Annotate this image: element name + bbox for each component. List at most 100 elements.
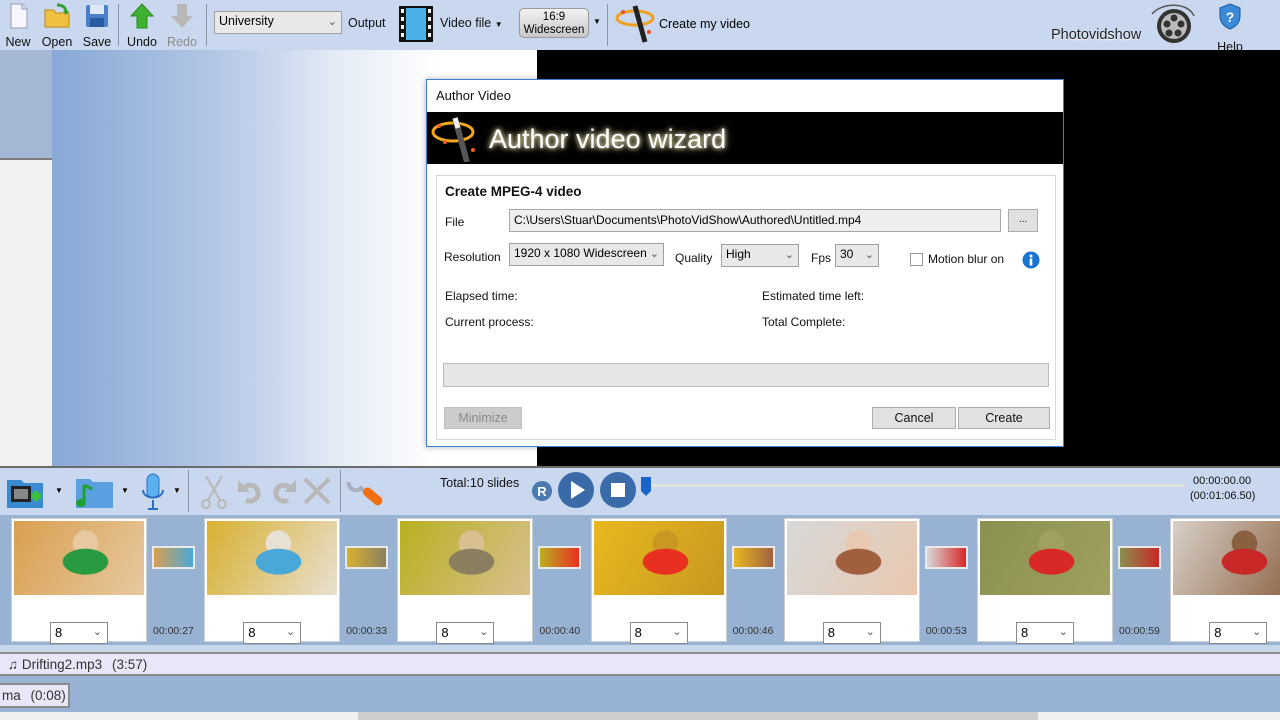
slide-duration-select[interactable]: 8 ⌄ bbox=[629, 622, 688, 644]
add-photos-icon[interactable] bbox=[5, 474, 47, 510]
new-label: New bbox=[5, 35, 31, 49]
horizontal-scrollbar-thumb[interactable] bbox=[358, 712, 1038, 720]
magic-wand-icon bbox=[615, 5, 655, 43]
slide-duration-select[interactable]: 8 ⌄ bbox=[1016, 622, 1074, 644]
slide-storyboard: 8 ⌄ 00:00:27 8 ⌄ 00:00:33 8 ⌄ 00:00:40 8 ⌄ 00:00:46… bbox=[0, 515, 1280, 645]
timeline-slider-thumb[interactable] bbox=[640, 476, 652, 498]
stop-icon[interactable] bbox=[599, 471, 637, 509]
cut-scissors-icon[interactable] bbox=[198, 474, 230, 510]
rewind-icon[interactable]: R bbox=[531, 480, 553, 502]
transition-thumbnail[interactable] bbox=[1118, 546, 1161, 569]
chevron-down-icon: ⌄ bbox=[327, 16, 337, 28]
slide-thumbnail[interactable]: 8 ⌄ bbox=[11, 518, 147, 644]
narration-track-area bbox=[0, 676, 1280, 712]
transition-thumbnail[interactable] bbox=[345, 546, 389, 569]
fps-value: 30 bbox=[840, 247, 854, 261]
slide-thumbnail[interactable]: 8 ⌄ bbox=[977, 518, 1113, 644]
output-label: Output bbox=[348, 16, 386, 30]
add-photos-dropdown-arrow[interactable]: ▼ bbox=[55, 486, 63, 495]
fps-label: Fps bbox=[811, 251, 832, 265]
help-shield-icon: ? bbox=[1219, 3, 1241, 30]
slide-duration-select[interactable]: 8 ⌄ bbox=[436, 622, 495, 644]
music-track-length: (3:57) bbox=[111, 657, 148, 672]
create-button[interactable]: Create bbox=[958, 407, 1050, 429]
add-music-icon[interactable] bbox=[70, 473, 118, 511]
transition-thumbnail[interactable] bbox=[731, 546, 775, 569]
elapsed-time-label: Elapsed time: bbox=[445, 289, 518, 303]
chevron-down-icon: ⌄ bbox=[672, 626, 682, 638]
file-path-input[interactable]: C:\Users\Stuar\Documents\PhotoVidShow\Au… bbox=[509, 209, 1001, 232]
slide-photo bbox=[980, 521, 1110, 595]
toolbar-separator bbox=[607, 4, 608, 46]
slideshow-toolbar: ▼ ▼ ▼ Total:10 slides R 00:00:00.00 (00:… bbox=[0, 466, 1280, 515]
slide-thumbnail[interactable]: 8 ⌄ bbox=[590, 518, 727, 644]
svg-text:R: R bbox=[537, 484, 547, 499]
new-file-icon bbox=[10, 3, 28, 29]
save-button[interactable]: Save bbox=[82, 2, 112, 49]
rotate-right-icon[interactable] bbox=[270, 476, 298, 506]
aspect-dropdown-arrow-icon[interactable]: ▼ bbox=[593, 17, 601, 26]
aspect-ratio-button[interactable]: 16:9 Widescreen bbox=[519, 8, 589, 38]
open-button[interactable]: Open bbox=[40, 2, 74, 49]
slide-photo bbox=[593, 521, 724, 595]
microphone-icon[interactable] bbox=[140, 472, 166, 512]
add-music-dropdown-arrow[interactable]: ▼ bbox=[121, 486, 129, 495]
quality-value: High bbox=[726, 247, 751, 261]
cancel-button[interactable]: Cancel bbox=[872, 407, 956, 429]
slide-duration-value: 8 bbox=[1021, 625, 1029, 640]
theme-select[interactable]: University ⌄ bbox=[214, 11, 342, 34]
help-button[interactable]: ? Help bbox=[1214, 2, 1246, 54]
svg-text:?: ? bbox=[1226, 9, 1235, 25]
transition-thumbnail[interactable] bbox=[538, 546, 582, 569]
total-time-label: (00:01:06.50) bbox=[1190, 490, 1256, 502]
output-type-label: Video file bbox=[440, 16, 492, 30]
play-icon[interactable] bbox=[557, 471, 595, 509]
resolution-label: Resolution bbox=[444, 250, 501, 264]
chevron-down-icon: ⌄ bbox=[784, 249, 794, 261]
output-type-dropdown[interactable]: Video file ▼ bbox=[440, 16, 503, 30]
quality-select[interactable]: High ⌄ bbox=[721, 244, 799, 267]
music-track[interactable]: ♫ Drifting2.mp3 (3:57) bbox=[0, 652, 1280, 676]
slide-duration-select[interactable]: 8 ⌄ bbox=[243, 622, 302, 644]
timeline-track[interactable] bbox=[645, 484, 1185, 487]
delete-x-icon[interactable] bbox=[302, 476, 332, 506]
transition-time-label: 00:00:59 bbox=[1119, 625, 1160, 637]
slide-duration-select[interactable]: 8 ⌄ bbox=[1209, 622, 1268, 644]
estimated-time-label: Estimated time left: bbox=[762, 289, 865, 303]
motion-blur-checkbox[interactable] bbox=[910, 253, 923, 266]
total-slides-label: Total:10 slides bbox=[440, 476, 520, 490]
narration-clip-name: ma bbox=[2, 688, 21, 703]
chevron-down-icon: ⌄ bbox=[649, 248, 659, 260]
slide-thumbnail[interactable]: 8 ⌄ bbox=[783, 518, 920, 644]
slide-duration-select[interactable]: 8 ⌄ bbox=[822, 622, 881, 644]
transition-thumbnail[interactable] bbox=[924, 546, 968, 569]
rotate-left-icon[interactable] bbox=[236, 476, 264, 506]
aspect-ratio-line2: Widescreen bbox=[523, 24, 585, 36]
resolution-select[interactable]: 1920 x 1080 Widescreen ⌄ bbox=[509, 243, 664, 266]
save-label: Save bbox=[82, 35, 112, 49]
undo-button[interactable]: Undo bbox=[126, 2, 158, 49]
redo-button[interactable]: Redo bbox=[166, 2, 198, 49]
slide-duration-value: 8 bbox=[1214, 625, 1222, 640]
fps-select[interactable]: 30 ⌄ bbox=[835, 244, 879, 267]
minimize-button[interactable]: Minimize bbox=[444, 407, 522, 429]
browse-button[interactable]: ... bbox=[1008, 209, 1038, 232]
slide-thumbnail[interactable]: 8 ⌄ bbox=[397, 518, 534, 644]
redo-label: Redo bbox=[167, 35, 197, 49]
wizard-banner-title: Author video wizard bbox=[489, 124, 727, 154]
slide-duration-select[interactable]: 8 ⌄ bbox=[50, 622, 108, 644]
info-icon[interactable] bbox=[1022, 251, 1040, 269]
slide-thumbnail[interactable]: 8 ⌄ bbox=[1170, 518, 1280, 644]
mpeg4-settings-panel: Create MPEG-4 video File C:\Users\Stuar\… bbox=[436, 175, 1056, 440]
slide-thumbnail[interactable]: 8 ⌄ bbox=[204, 518, 341, 644]
progress-bar bbox=[443, 363, 1049, 387]
tools-wrench-icon[interactable] bbox=[345, 472, 385, 512]
narration-dropdown-arrow[interactable]: ▼ bbox=[173, 486, 181, 495]
new-button[interactable]: New bbox=[4, 2, 32, 49]
transition-thumbnail[interactable] bbox=[152, 546, 195, 569]
slide-photo bbox=[786, 521, 917, 595]
narration-clip[interactable]: ma (0:08) bbox=[0, 683, 70, 708]
create-my-video-button[interactable]: Create my video bbox=[613, 2, 753, 46]
dialog-title: Author Video bbox=[436, 88, 511, 103]
toolbar-separator bbox=[206, 4, 207, 46]
